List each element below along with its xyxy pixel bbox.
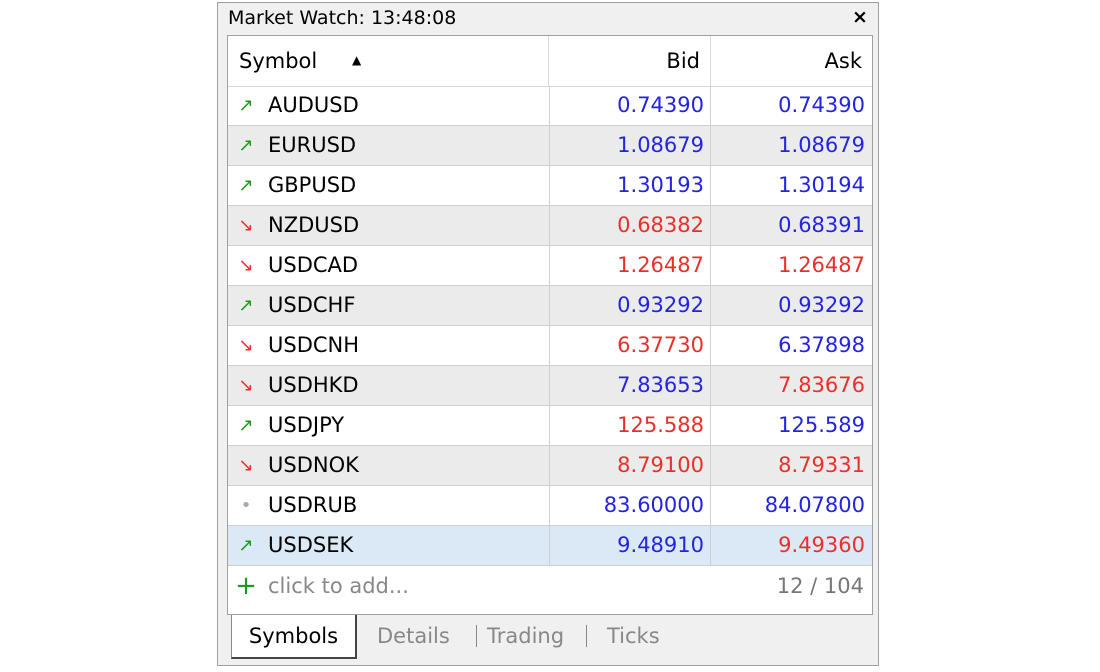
table-row[interactable]: ↗ USDJPY 125.588 125.589 xyxy=(228,406,872,446)
arrow-up-right-icon: ↗ xyxy=(238,535,254,556)
close-icon[interactable]: × xyxy=(850,6,870,28)
ask-cell: 1.26487 xyxy=(778,253,865,277)
add-symbol-row[interactable]: + click to add... 12 / 104 xyxy=(228,566,872,606)
arrow-up-right-icon: ↗ xyxy=(238,415,254,436)
ask-cell: 0.68391 xyxy=(778,213,865,237)
tab-ticks[interactable]: Ticks xyxy=(607,615,660,659)
symbol-cell: USDHKD xyxy=(268,373,359,397)
table-row[interactable]: • USDRUB 83.60000 84.07800 xyxy=(228,486,872,526)
arrow-up-right-icon: ↗ xyxy=(238,295,254,316)
arrow-down-right-icon: ↘ xyxy=(238,375,254,396)
symbols-table: Symbol ▲ Bid Ask ↗ AUDUSD 0.74390 0.74390 ↗ E… xyxy=(227,35,873,615)
tab-symbols[interactable]: Symbols xyxy=(231,615,357,659)
tab-details[interactable]: Details xyxy=(377,615,450,659)
table-row[interactable]: ↘ USDCNH 6.37730 6.37898 xyxy=(228,326,872,366)
bid-cell: 1.30193 xyxy=(549,166,711,205)
table-row[interactable]: ↗ EURUSD 1.08679 1.08679 xyxy=(228,126,872,166)
ask-cell: 84.07800 xyxy=(764,493,865,517)
symbol-count: 12 / 104 xyxy=(776,574,864,598)
ask-cell: 9.49360 xyxy=(778,533,865,557)
ask-cell: 6.37898 xyxy=(778,333,865,357)
table-row[interactable]: ↘ USDCAD 1.26487 1.26487 xyxy=(228,246,872,286)
arrow-down-right-icon: ↘ xyxy=(238,455,254,476)
bid-cell: 6.37730 xyxy=(549,326,711,365)
symbol-cell: GBPUSD xyxy=(268,173,357,197)
tab-separator xyxy=(476,625,477,647)
window-title: Market Watch: 13:48:08 xyxy=(228,7,457,29)
bid-cell: 125.588 xyxy=(549,406,711,445)
table-row[interactable]: ↗ GBPUSD 1.30193 1.30194 xyxy=(228,166,872,206)
symbol-cell: USDNOK xyxy=(268,453,359,477)
symbol-cell: USDCAD xyxy=(268,253,359,277)
table-row[interactable]: ↗ AUDUSD 0.74390 0.74390 xyxy=(228,86,872,126)
column-header-symbol[interactable]: Symbol ▲ xyxy=(228,36,549,86)
arrow-down-right-icon: ↘ xyxy=(238,215,254,236)
symbol-cell: USDSEK xyxy=(268,533,354,557)
market-watch-window: Market Watch: 13:48:08 × Symbol ▲ Bid As… xyxy=(217,2,879,666)
ask-cell: 7.83676 xyxy=(778,373,865,397)
table-row[interactable]: ↘ USDHKD 7.83653 7.83676 xyxy=(228,366,872,406)
bid-cell: 0.68382 xyxy=(549,206,711,245)
ask-cell: 1.30194 xyxy=(778,173,865,197)
symbol-cell: USDJPY xyxy=(268,413,345,437)
ask-cell: 125.589 xyxy=(778,413,865,437)
click-to-add-link[interactable]: click to add... xyxy=(268,566,409,606)
ask-cell: 0.93292 xyxy=(778,293,865,317)
symbol-cell: USDCNH xyxy=(268,333,360,357)
table-header: Symbol ▲ Bid Ask xyxy=(228,36,872,87)
sort-ascending-icon: ▲ xyxy=(352,53,362,67)
tab-separator xyxy=(586,625,587,647)
bid-cell: 1.26487 xyxy=(549,246,711,285)
table-row[interactable]: ↗ USDCHF 0.93292 0.93292 xyxy=(228,286,872,326)
tab-bar: Symbols Details Trading Ticks xyxy=(227,615,873,661)
bid-cell: 0.93292 xyxy=(549,286,711,325)
arrow-up-right-icon: ↗ xyxy=(238,135,254,156)
bid-cell: 1.08679 xyxy=(549,126,711,165)
table-row[interactable]: ↗ USDSEK 9.48910 9.49360 xyxy=(228,526,872,566)
bid-cell: 8.79100 xyxy=(549,446,711,485)
ask-cell: 1.08679 xyxy=(778,133,865,157)
symbol-cell: USDRUB xyxy=(268,493,358,517)
column-header-bid[interactable]: Bid xyxy=(549,36,711,86)
table-row[interactable]: ↘ USDNOK 8.79100 8.79331 xyxy=(228,446,872,486)
bid-cell: 7.83653 xyxy=(549,366,711,405)
title-bar[interactable]: Market Watch: 13:48:08 × xyxy=(218,3,878,33)
tab-trading[interactable]: Trading xyxy=(487,615,564,659)
bid-cell: 9.48910 xyxy=(549,526,711,565)
arrow-up-right-icon: ↗ xyxy=(238,95,254,116)
arrow-up-right-icon: ↗ xyxy=(238,175,254,196)
ask-cell: 8.79331 xyxy=(778,453,865,477)
bid-cell: 0.74390 xyxy=(549,86,711,125)
symbol-cell: NZDUSD xyxy=(268,213,360,237)
column-header-symbol-label: Symbol xyxy=(239,49,318,73)
bid-cell: 83.60000 xyxy=(549,486,711,525)
dot-icon: • xyxy=(240,495,252,516)
ask-cell: 0.74390 xyxy=(778,93,865,117)
symbol-cell: AUDUSD xyxy=(268,93,359,117)
table-row[interactable]: ↘ NZDUSD 0.68382 0.68391 xyxy=(228,206,872,246)
symbol-cell: USDCHF xyxy=(268,293,356,317)
plus-icon[interactable]: + xyxy=(233,566,259,606)
column-header-ask[interactable]: Ask xyxy=(711,36,872,86)
symbol-cell: EURUSD xyxy=(268,133,357,157)
arrow-down-right-icon: ↘ xyxy=(238,335,254,356)
arrow-down-right-icon: ↘ xyxy=(238,255,254,276)
